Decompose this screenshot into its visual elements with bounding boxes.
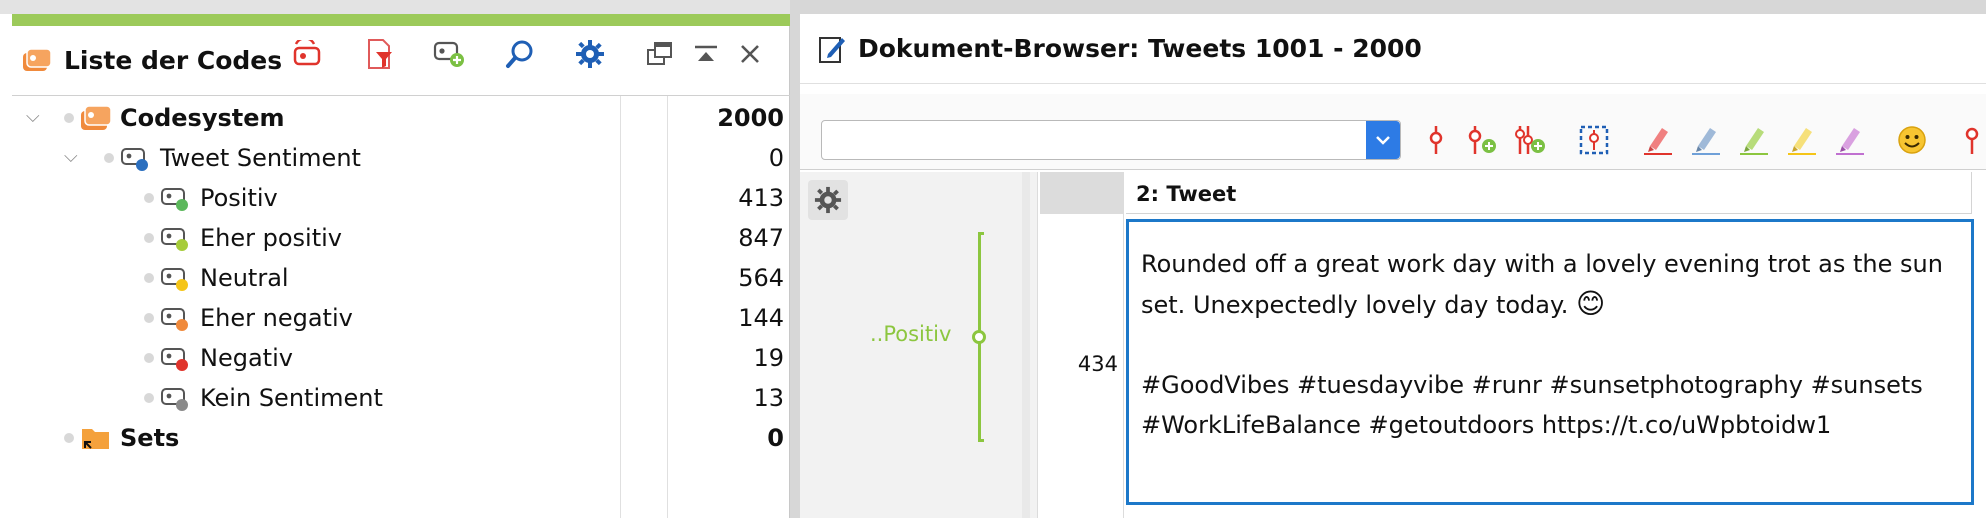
tweet-text-cell[interactable]: Rounded off a great work day with a love… [1126, 219, 1974, 505]
status-dot [144, 353, 154, 363]
tree-row-eher-positiv[interactable]: Eher positiv 847 [12, 218, 784, 258]
gutter-settings-icon[interactable] [808, 180, 848, 220]
tree-row-negativ[interactable]: Negativ 19 [12, 338, 784, 378]
tree-item-label: Neutral [200, 264, 289, 292]
tree-item-label: Negativ [200, 344, 293, 372]
tree-row-eher-negativ[interactable]: Eher negativ 144 [12, 298, 784, 338]
tree-row-positiv[interactable]: Positiv 413 [12, 178, 784, 218]
chevron-down-icon[interactable]: ⌵ [26, 106, 40, 127]
tree-row-kein-sentiment[interactable]: Kein Sentiment 13 [12, 378, 784, 418]
tree-item-count: 413 [738, 184, 784, 212]
collapse-up-icon[interactable] [688, 36, 724, 72]
document-browser-panel: Dokument-Browser: Tweets 1001 - 2000 ..P… [800, 14, 1986, 518]
tree-row-neutral[interactable]: Neutral 564 [12, 258, 784, 298]
tweet-text: Rounded off a great work day with a love… [1141, 250, 1943, 319]
code-list-panel: Liste der Codes ⌵ Codesystem 2000 ⌵ Twee… [0, 0, 790, 518]
tree-row-sets[interactable]: Sets 0 [12, 418, 784, 458]
coding-stripe-label[interactable]: ..Positiv [870, 322, 951, 346]
code-icon [160, 264, 192, 296]
tree-row-tweet-sentiment[interactable]: ⌵ Tweet Sentiment 0 [12, 138, 784, 178]
panel-accent-bar [12, 14, 790, 26]
row-number-column [1040, 172, 1124, 518]
code-color-icon[interactable] [290, 36, 326, 72]
code-select-combobox[interactable] [821, 120, 1401, 160]
smile-emoji-icon: 😊 [1576, 287, 1606, 320]
add-code-icon[interactable] [1464, 122, 1500, 158]
search-icon[interactable] [502, 36, 538, 72]
emoticon-icon[interactable] [1894, 122, 1930, 158]
highlighter-yellow-icon[interactable] [1784, 122, 1820, 158]
highlighter-green-icon[interactable] [1736, 122, 1772, 158]
panel-top-strip [0, 0, 790, 14]
new-code-icon[interactable] [432, 36, 468, 72]
highlighter-purple-icon[interactable] [1832, 122, 1868, 158]
status-dot [64, 433, 74, 443]
status-dot [144, 393, 154, 403]
document-toolbar [800, 94, 1986, 170]
settings-gear-icon[interactable] [572, 36, 608, 72]
tree-item-count: 13 [753, 384, 784, 412]
status-dot [144, 273, 154, 283]
status-dot [144, 313, 154, 323]
tree-item-count: 564 [738, 264, 784, 292]
tweet-hashtags: #GoodVibes #tuesdayvibe #runr #sunsetpho… [1141, 371, 1923, 439]
close-icon[interactable] [732, 36, 768, 72]
code-icon [160, 304, 192, 336]
filter-document-icon[interactable] [362, 36, 398, 72]
highlighter-red-icon[interactable] [1640, 122, 1676, 158]
tree-item-count: 2000 [717, 104, 784, 132]
highlighter-blue-icon[interactable] [1688, 122, 1724, 158]
coding-stripe-icon-partial[interactable] [1954, 122, 1986, 158]
undock-window-icon[interactable] [642, 36, 678, 72]
row-number-header [1040, 172, 1124, 214]
code-list-title: Liste der Codes [64, 46, 283, 75]
document-browser-header: Dokument-Browser: Tweets 1001 - 2000 [800, 14, 1986, 84]
add-multiple-codes-icon[interactable] [1512, 122, 1548, 158]
tweet-text-line: Rounded off a great work day with a love… [1141, 244, 1959, 325]
chevron-down-icon[interactable]: ⌵ [64, 146, 78, 167]
row-number: 434 [1077, 352, 1118, 376]
code-icon [160, 384, 192, 416]
coding-stripe-handle[interactable] [972, 330, 986, 344]
tree-item-count: 847 [738, 224, 784, 252]
tree-item-count: 144 [738, 304, 784, 332]
tree-item-label: Kein Sentiment [200, 384, 383, 412]
code-list-icon [22, 47, 52, 74]
status-dot [64, 113, 74, 123]
document-browser-title: Dokument-Browser: Tweets 1001 - 2000 [858, 34, 1422, 63]
codesystem-icon [80, 104, 112, 136]
status-dot [144, 233, 154, 243]
edit-document-icon [818, 34, 846, 64]
code-icon [160, 184, 192, 216]
coding-stripe-icon[interactable] [1418, 122, 1454, 158]
tree-row-codesystem[interactable]: ⌵ Codesystem 2000 [12, 98, 784, 138]
tree-item-label: Codesystem [120, 104, 285, 132]
tree-item-label: Positiv [200, 184, 278, 212]
chevron-down-icon[interactable] [1366, 121, 1400, 159]
select-segment-icon[interactable] [1576, 122, 1612, 158]
folder-icon [80, 424, 112, 456]
status-dot [104, 153, 114, 163]
tree-item-label: Eher negativ [200, 304, 353, 332]
column-header-tweet[interactable]: 2: Tweet [1126, 172, 1972, 214]
tree-item-label: Eher positiv [200, 224, 343, 252]
tree-item-count: 0 [767, 424, 784, 452]
tree-item-label: Sets [120, 424, 180, 452]
code-icon [160, 344, 192, 376]
code-icon [160, 224, 192, 256]
status-dot [144, 193, 154, 203]
tree-item-label: Tweet Sentiment [160, 144, 361, 172]
gutter-divider [1022, 172, 1030, 518]
code-icon [120, 144, 152, 176]
tree-item-count: 19 [753, 344, 784, 372]
tree-item-count: 0 [768, 144, 784, 172]
